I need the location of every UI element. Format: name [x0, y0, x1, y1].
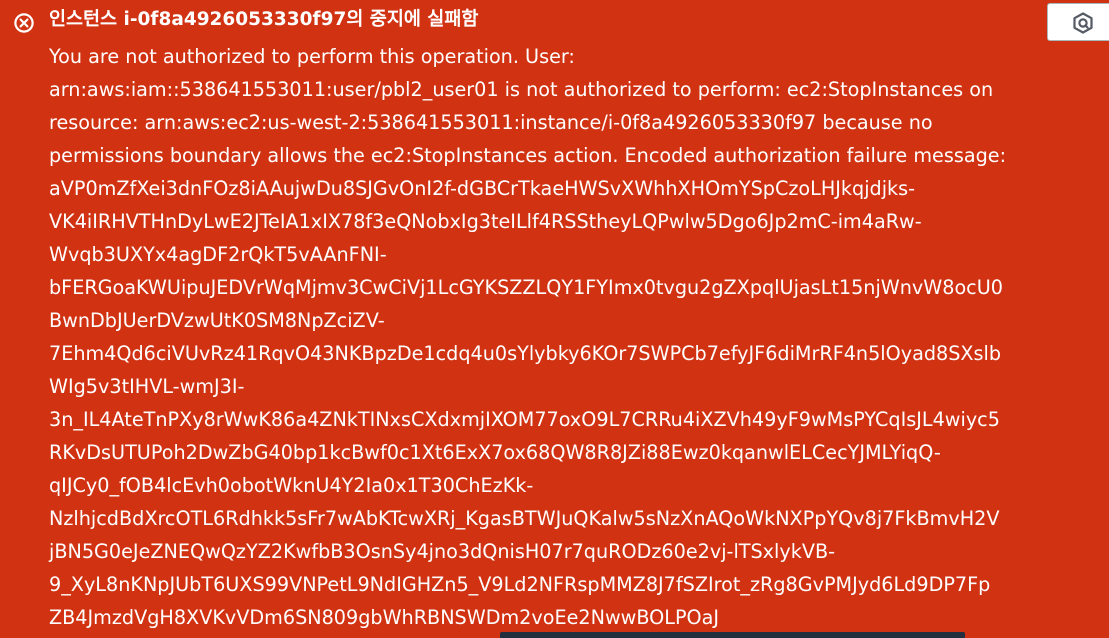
- message-line: BwnDbJUerDVzwUtK0SM8NpZciZV-: [49, 309, 385, 332]
- message-line: qIJCy0_fOB4lcEvh0obotWknU4Y2Ia0x1T30ChEz…: [49, 474, 534, 497]
- message-line: VK4iIRHVTHnDyLwE2JTeIA1xIX78f3eQNobxIg3t…: [49, 210, 922, 233]
- help-panel-button[interactable]: [1047, 3, 1109, 41]
- message-line: ZB4JmzdVgH8XVKvVDm6SN809gbWhRBNSWDm2voEe…: [49, 606, 720, 629]
- error-flash-notification: 인스턴스 i-0f8a4926053330f97의 중지에 실패함 You ar…: [0, 0, 1109, 638]
- bottom-toolbar-edge: [500, 632, 965, 638]
- message-line: permissions boundary allows the ec2:Stop…: [49, 144, 1007, 167]
- flash-message: You are not authorized to perform this o…: [49, 40, 1029, 634]
- flash-title: 인스턴스 i-0f8a4926053330f97의 중지에 실패함: [49, 9, 479, 30]
- message-line: resource: arn:aws:ec2:us-west-2:53864155…: [49, 111, 933, 134]
- message-line: WIg5v3tIHVL-wmJ3I-: [49, 375, 245, 398]
- message-line: bFERGoaKWUipuJEDVrWqMjmv3CwCiVj1LcGYKSZZ…: [49, 276, 1003, 299]
- message-line: 7Ehm4Qd6ciVUvRz41RqvO43NKBpzDe1cdq4u0sYl…: [49, 342, 1002, 365]
- message-line: Wvqb3UXYx4agDF2rQkT5vAAnFNI-: [49, 243, 387, 266]
- message-line: 9_XyL8nKNpJUbT6UXS99VNPetL9NdIGHZn5_V9Ld…: [49, 573, 991, 596]
- message-line: arn:aws:iam::538641553011:user/pbl2_user…: [49, 78, 994, 101]
- message-line: aVP0mZfXei3dnFOz8iAAujwDu8SJGvOnI2f-dGBC…: [49, 177, 916, 200]
- message-line: 3n_IL4AteTnPXy8rWwK86a4ZNkTINxsCXdxmjIXO…: [49, 408, 1000, 431]
- message-line: NzlhjcdBdXrcOTL6Rdhkk5sFr7wAbKTcwXRj_Kga…: [49, 507, 1000, 530]
- message-line: RKvDsUTUPoh2DwZbG40bp1kcBwf0c1Xt6ExX7ox6…: [49, 441, 941, 464]
- message-line: jBN5G0eJeZNEQwQzYZ2KwfbB3OsnSy4jno3dQnis…: [49, 540, 836, 563]
- message-line: You are not authorized to perform this o…: [49, 45, 575, 68]
- error-circle-x-icon: [13, 12, 35, 34]
- hexagon-help-icon: [1072, 12, 1094, 34]
